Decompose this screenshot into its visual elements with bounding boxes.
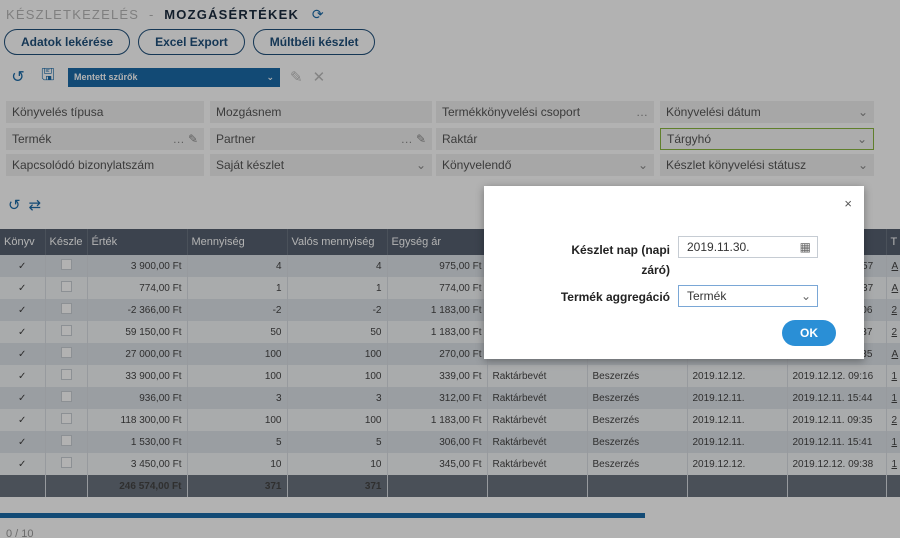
product-aggregation-select[interactable]: Termék ⌄ — [678, 285, 818, 307]
stock-date-dialog: × Készlet nap (napi záró) 2019.11.30. ▦ … — [484, 186, 864, 359]
product-aggregation-value: Termék — [687, 289, 727, 303]
stock-day-value: 2019.11.30. — [687, 240, 750, 254]
calendar-icon[interactable]: ▦ — [800, 237, 811, 257]
stock-day-input[interactable]: 2019.11.30. ▦ — [678, 236, 818, 258]
ok-button[interactable]: OK — [782, 320, 836, 346]
close-icon[interactable]: × — [844, 196, 852, 211]
stock-day-label: Készlet nap (napi záró) — [571, 243, 670, 277]
chevron-down-icon: ⌄ — [800, 289, 811, 303]
product-aggregation-label: Termék aggregáció — [560, 290, 670, 304]
